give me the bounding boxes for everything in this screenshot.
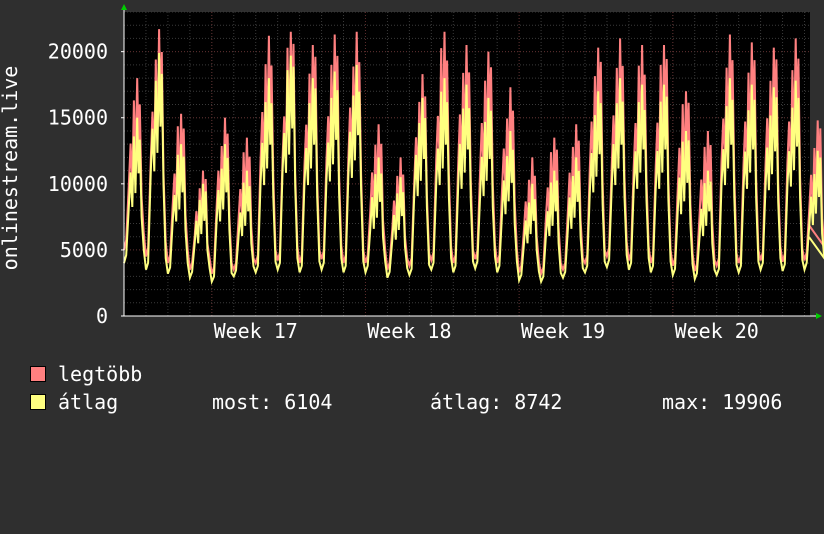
legend-row-avg: átlag most: 6104 átlag: 8742 max: 19906	[30, 390, 810, 414]
y-tick-label: 20000	[48, 40, 108, 64]
y-tick-label: 15000	[48, 106, 108, 130]
legend-label-max: legtöbb	[58, 362, 143, 386]
legend-swatch-avg	[30, 394, 46, 410]
chart: 0 5000 10000 15000 20000 Week 17 Week 18 Week 1…	[0, 4, 824, 340]
stat-average: átlag: 8742	[430, 390, 563, 414]
y-tick-label: 5000	[60, 238, 108, 262]
x-tick-label: Week 20	[675, 319, 759, 340]
legend-label-avg: átlag	[58, 390, 119, 414]
y-tick-label: 0	[96, 304, 108, 328]
x-tick-label: Week 18	[367, 319, 451, 340]
y-axis-label: onlinestream.live	[0, 66, 22, 271]
x-tick-label: Week 19	[521, 319, 605, 340]
stat-maximum: max: 19906	[662, 390, 783, 414]
stat-current: most: 6104	[212, 390, 333, 414]
legend-row-max: legtöbb	[30, 362, 810, 386]
x-tick-label: Week 17	[214, 319, 298, 340]
y-axis-arrow	[121, 4, 127, 10]
legend-swatch-max	[30, 366, 46, 382]
y-tick-label: 10000	[48, 172, 108, 196]
x-axis-arrow	[816, 313, 822, 319]
